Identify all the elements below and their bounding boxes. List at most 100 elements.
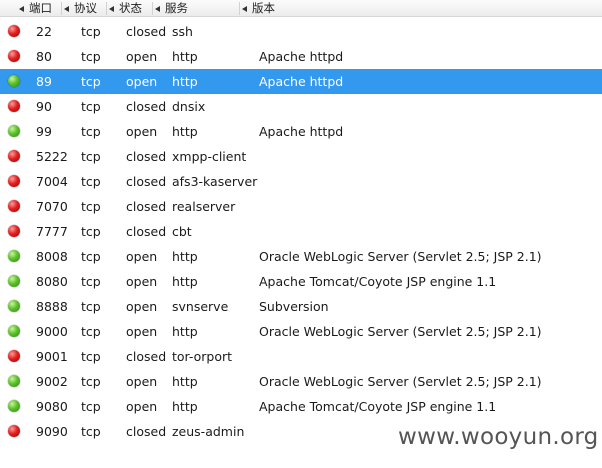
column-divider[interactable] <box>152 2 153 15</box>
state-cell: closed <box>126 199 167 214</box>
protocol-cell: tcp <box>81 249 101 264</box>
table-row[interactable]: 9080 tcp open http Apache Tomcat/Coyote JSP … <box>0 394 602 419</box>
column-header-port[interactable]: 端口 <box>19 0 52 17</box>
status-closed-icon <box>8 225 20 237</box>
port-cell: 80 <box>36 49 52 64</box>
status-open-icon <box>8 75 20 87</box>
service-cell: http <box>172 399 198 414</box>
table-row[interactable]: 89 tcp open http Apache httpd <box>0 69 602 94</box>
protocol-cell: tcp <box>81 399 101 414</box>
port-cell: 7004 <box>36 174 68 189</box>
port-cell: 7777 <box>36 224 68 239</box>
protocol-cell: tcp <box>81 424 101 439</box>
table-row[interactable]: 5222 tcp closed xmpp-client <box>0 144 602 169</box>
sort-arrow-icon <box>109 6 114 12</box>
sort-arrow-icon <box>64 6 69 12</box>
service-cell: zeus-admin <box>172 424 245 439</box>
service-cell: afs3-kaserver <box>172 174 258 189</box>
version-cell: Apache httpd <box>259 49 344 64</box>
port-cell: 5222 <box>36 149 68 164</box>
column-header-port-label: 端口 <box>29 1 52 15</box>
service-cell: http <box>172 124 198 139</box>
version-cell: Apache Tomcat/Coyote JSP engine 1.1 <box>259 274 497 289</box>
version-cell: Apache httpd <box>259 124 344 139</box>
version-cell: Apache Tomcat/Coyote JSP engine 1.1 <box>259 399 497 414</box>
table-row[interactable]: 7777 tcp closed cbt <box>0 219 602 244</box>
column-header-service-label: 服务 <box>165 1 188 15</box>
table-row[interactable]: 9002 tcp open http Oracle WebLogic Server (S… <box>0 369 602 394</box>
table-row[interactable]: 8008 tcp open http Oracle WebLogic Server (S… <box>0 244 602 269</box>
column-divider[interactable] <box>61 2 62 15</box>
service-cell: ssh <box>172 24 193 39</box>
state-cell: open <box>126 374 158 389</box>
service-cell: tor-orport <box>172 349 233 364</box>
table-row[interactable]: 8888 tcp open svnserve Subversion <box>0 294 602 319</box>
protocol-cell: tcp <box>81 299 101 314</box>
status-closed-icon <box>8 100 20 112</box>
column-header-protocol-label: 协议 <box>74 1 97 15</box>
status-closed-icon <box>8 425 20 437</box>
table-row[interactable]: 9001 tcp closed tor-orport <box>0 344 602 369</box>
state-cell: open <box>126 49 158 64</box>
state-cell: open <box>126 124 158 139</box>
status-open-icon <box>8 250 20 262</box>
service-cell: http <box>172 74 198 89</box>
service-cell: xmpp-client <box>172 149 247 164</box>
port-cell: 22 <box>36 24 52 39</box>
table-row[interactable]: 80 tcp open http Apache httpd <box>0 44 602 69</box>
column-header-version[interactable]: 版本 <box>242 0 275 17</box>
port-cell: 8888 <box>36 299 68 314</box>
port-cell: 8080 <box>36 274 68 289</box>
port-cell: 9000 <box>36 324 68 339</box>
table-row[interactable]: 7070 tcp closed realserver <box>0 194 602 219</box>
table-row[interactable]: 8080 tcp open http Apache Tomcat/Coyote JSP … <box>0 269 602 294</box>
protocol-cell: tcp <box>81 49 101 64</box>
state-cell: closed <box>126 349 167 364</box>
column-divider[interactable] <box>239 2 240 15</box>
status-open-icon <box>8 375 20 387</box>
service-cell: http <box>172 49 198 64</box>
port-cell: 99 <box>36 124 52 139</box>
table-row[interactable]: 9000 tcp open http Oracle WebLogic Server (S… <box>0 319 602 344</box>
table-row[interactable]: 22 tcp closed ssh <box>0 19 602 44</box>
status-open-icon <box>8 300 20 312</box>
port-cell: 9080 <box>36 399 68 414</box>
service-cell: http <box>172 324 198 339</box>
service-cell: http <box>172 274 198 289</box>
protocol-cell: tcp <box>81 99 101 114</box>
protocol-cell: tcp <box>81 224 101 239</box>
table-row[interactable]: 99 tcp open http Apache httpd <box>0 119 602 144</box>
protocol-cell: tcp <box>81 174 101 189</box>
state-cell: closed <box>126 149 167 164</box>
port-cell: 7070 <box>36 199 68 214</box>
column-header-service[interactable]: 服务 <box>155 0 188 17</box>
column-header-protocol[interactable]: 协议 <box>64 0 97 17</box>
state-cell: open <box>126 299 158 314</box>
version-cell: Oracle WebLogic Server (Servlet 2.5; JSP… <box>259 374 542 389</box>
column-header-state[interactable]: 状态 <box>109 0 142 17</box>
column-header-version-label: 版本 <box>252 1 275 15</box>
state-cell: closed <box>126 99 167 114</box>
status-closed-icon <box>8 200 20 212</box>
protocol-cell: tcp <box>81 374 101 389</box>
protocol-cell: tcp <box>81 124 101 139</box>
sort-arrow-icon <box>242 6 247 12</box>
protocol-cell: tcp <box>81 324 101 339</box>
table-row[interactable]: 90 tcp closed dnsix <box>0 94 602 119</box>
table-row[interactable]: 7004 tcp closed afs3-kaserver <box>0 169 602 194</box>
port-cell: 8008 <box>36 249 68 264</box>
column-divider[interactable] <box>106 2 107 15</box>
watermark-text: www.wooyun.org <box>398 424 599 450</box>
status-open-icon <box>8 400 20 412</box>
status-closed-icon <box>8 150 20 162</box>
service-cell: realserver <box>172 199 236 214</box>
status-open-icon <box>8 125 20 137</box>
state-cell: closed <box>126 24 167 39</box>
state-cell: open <box>126 249 158 264</box>
protocol-cell: tcp <box>81 74 101 89</box>
state-cell: open <box>126 399 158 414</box>
sort-arrow-icon <box>155 6 160 12</box>
table-header: 端口 协议 状态 服务 版本 <box>0 0 602 17</box>
status-open-icon <box>8 325 20 337</box>
protocol-cell: tcp <box>81 199 101 214</box>
